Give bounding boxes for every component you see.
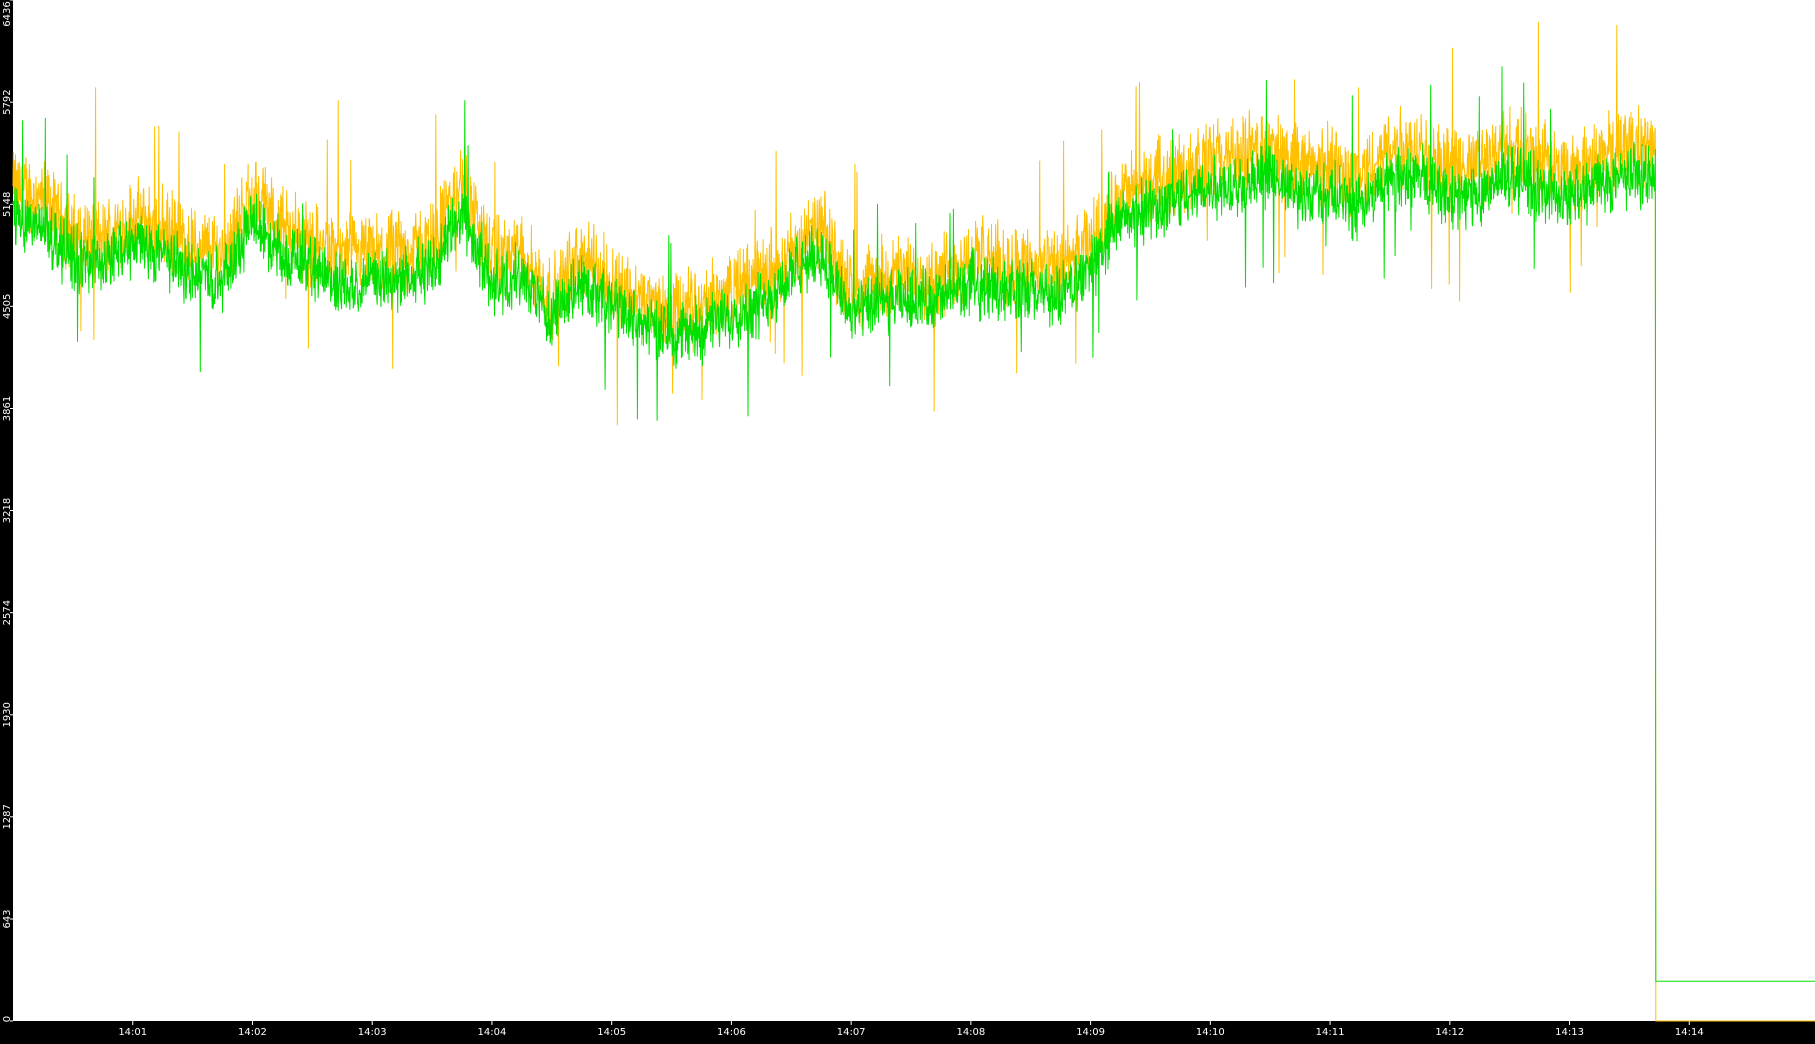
- x-axis: 14:01 14:02 14:03 14:04 14:05 14:06 14:07 14:08…: [118, 1021, 1704, 1038]
- y-tick-label: 0: [2, 1016, 13, 1022]
- x-tick-label: 14:13: [1555, 1027, 1584, 1038]
- y-tick-label: 643: [2, 909, 13, 928]
- x-tick-label: 14:01: [118, 1027, 147, 1038]
- x-tick-label: 14:05: [597, 1027, 626, 1038]
- y-tick-label: 3218: [2, 498, 13, 523]
- y-tick-label: 3861: [2, 396, 13, 421]
- x-tick-label: 14:14: [1675, 1027, 1704, 1038]
- y-tick-label: 1930: [2, 702, 13, 727]
- x-tick-label: 14:11: [1316, 1027, 1345, 1038]
- y-tick-label: 2574: [2, 600, 13, 625]
- x-tick-label: 14:10: [1196, 1027, 1225, 1038]
- y-tick-label: 6436: [2, 1, 13, 26]
- x-tick-label: 14:09: [1076, 1027, 1105, 1038]
- y-tick-label: 1287: [2, 804, 13, 829]
- x-tick-label: 14:12: [1435, 1027, 1464, 1038]
- y-axis: 0 643 1287 1930 2574 3218 3861 4505 5148 5792 6436: [2, 0, 13, 1022]
- x-tick-label: 14:08: [956, 1027, 985, 1038]
- x-tick-label: 14:07: [837, 1027, 866, 1038]
- x-tick-label: 14:02: [238, 1027, 267, 1038]
- y-tick-label: 5792: [2, 89, 13, 114]
- x-tick-label: 14:03: [358, 1027, 387, 1038]
- x-tick-label: 14:04: [478, 1027, 507, 1038]
- chart-root: 0 643 1287 1930 2574 3218 3861 4505 5148 5792 6436…: [0, 0, 1815, 1039]
- line-chart: 0 643 1287 1930 2574 3218 3861 4505 5148 5792 6436…: [2, 0, 1815, 1038]
- y-tick-label: 5148: [2, 192, 13, 217]
- x-tick-label: 14:06: [717, 1027, 746, 1038]
- y-tick-label: 4505: [2, 294, 13, 319]
